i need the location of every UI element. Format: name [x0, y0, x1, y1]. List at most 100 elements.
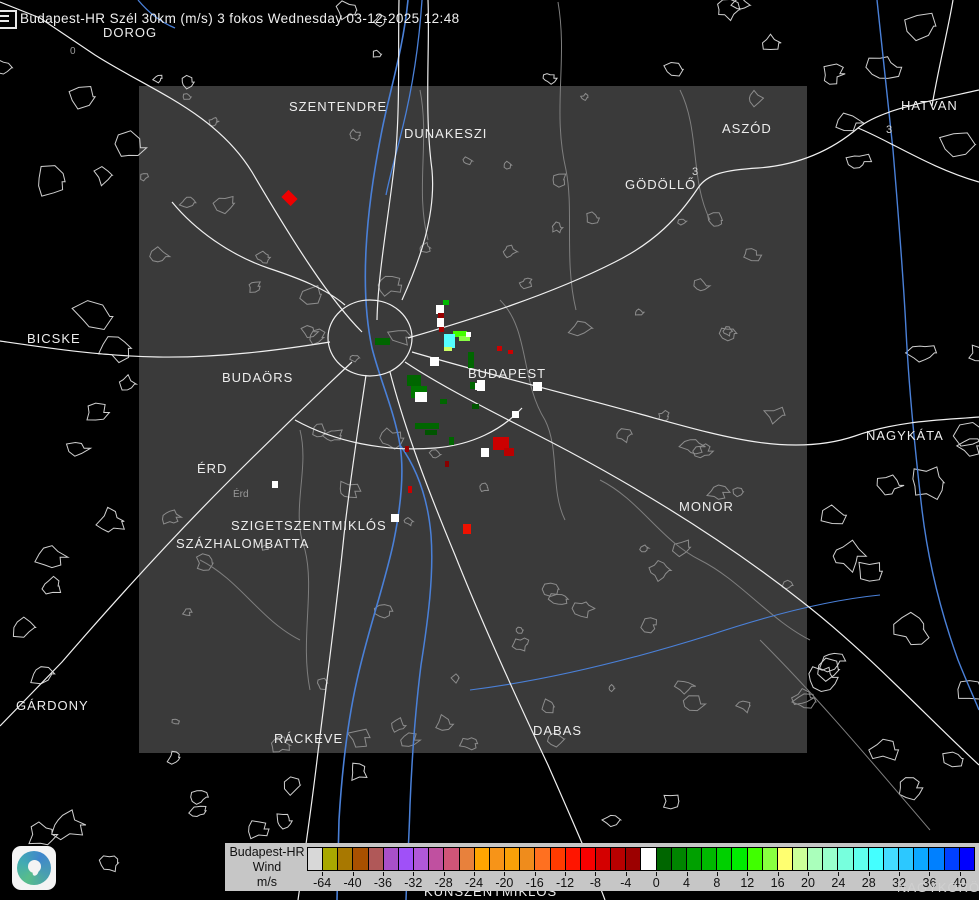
- road-number-label: 3: [886, 124, 892, 136]
- legend-tick-label: 24: [831, 876, 845, 890]
- legend-color-cell: [596, 848, 610, 870]
- legend-tick-label: -20: [495, 876, 513, 890]
- settlement-outline: [29, 822, 58, 845]
- radar-echo: [449, 437, 454, 445]
- hungaromet-logo[interactable]: [12, 846, 56, 890]
- legend-color-cell: [914, 848, 928, 870]
- city-label: MONOR: [679, 499, 734, 514]
- legend-color-cell: [384, 848, 398, 870]
- radar-echo: [508, 350, 513, 354]
- legend-tick-label: -12: [556, 876, 574, 890]
- legend-color-cell: [732, 848, 746, 870]
- radar-echo: [439, 327, 444, 332]
- legend-color-cell: [414, 848, 428, 870]
- settlement-outline: [69, 87, 95, 110]
- settlement-outline: [191, 791, 209, 805]
- map-title: Budapest-HR Szél 30km (m/s) 3 fokos Wedn…: [20, 11, 460, 26]
- city-label: BUDAPEST: [468, 366, 546, 381]
- radar-echo: [481, 448, 489, 457]
- radar-echo: [440, 399, 447, 404]
- legend-tick-label: -64: [313, 876, 331, 890]
- settlement-outline: [846, 154, 871, 168]
- app-icon: [0, 10, 17, 29]
- legend-color-cell: [869, 848, 883, 870]
- settlement-outline: [958, 681, 979, 700]
- legend-color-cell: [899, 848, 913, 870]
- radar-echo: [533, 382, 542, 391]
- settlement-outline: [957, 439, 979, 456]
- radar-echo: [466, 332, 471, 337]
- settlement-outline: [664, 795, 679, 809]
- road-number-label: 3: [692, 166, 698, 178]
- settlement-outline: [869, 739, 899, 760]
- legend-color-cell: [505, 848, 519, 870]
- legend-color-cell: [566, 848, 580, 870]
- city-label: RÁCKEVE: [274, 731, 343, 746]
- legend-tick-label: -32: [404, 876, 422, 890]
- settlement-outline: [99, 337, 132, 363]
- legend-color-cell: [763, 848, 777, 870]
- legend-color-cell: [429, 848, 443, 870]
- city-label: NAGYKÁTA: [866, 428, 944, 443]
- settlement-outline: [39, 166, 66, 197]
- legend-tick-label: -36: [374, 876, 392, 890]
- legend-color-cell: [717, 848, 731, 870]
- settlement-outline: [373, 50, 381, 57]
- city-label: SZENTENDRE: [289, 99, 387, 114]
- legend-color-cell: [657, 848, 671, 870]
- legend-tick-label: 12: [740, 876, 754, 890]
- legend-color-cell: [702, 848, 716, 870]
- color-scale-legend: Budapest-HR Wind m/s -64-40-36-32-28-24-…: [225, 843, 979, 891]
- legend-tick-label: 20: [801, 876, 815, 890]
- radar-echo: [405, 446, 409, 452]
- settlement-outline: [72, 301, 113, 330]
- settlement-outline: [96, 507, 124, 532]
- city-label: SZIGETSZENTMIKLÓS: [231, 518, 387, 533]
- settlement-outline: [899, 778, 922, 800]
- legend-caption: Budapest-HR Wind m/s: [227, 845, 307, 890]
- settlement-outline: [99, 856, 118, 872]
- city-label: DABAS: [533, 723, 582, 738]
- radar-echo: [430, 357, 439, 366]
- settlement-outline: [894, 612, 929, 644]
- legend-color-cell: [929, 848, 943, 870]
- legend-color-cell: [369, 848, 383, 870]
- city-label: NAGYKŐRÖS: [897, 880, 979, 895]
- legend-color-cell: [748, 848, 762, 870]
- settlement-outline: [940, 133, 976, 157]
- city-label: SZÁZHALOMBATTA: [176, 536, 309, 551]
- road-number-label: Érd: [233, 489, 249, 500]
- settlement-outline: [718, 0, 740, 21]
- city-label: ÉRD: [197, 461, 227, 476]
- radar-echo: [437, 318, 444, 327]
- legend-color-cell: [838, 848, 852, 870]
- legend-color-cell: [338, 848, 352, 870]
- city-label: DUNAKESZI: [404, 126, 487, 141]
- settlement-outline: [167, 751, 180, 764]
- swirl-icon: [17, 851, 51, 885]
- settlement-outline: [833, 540, 866, 572]
- legend-color-cell: [444, 848, 458, 870]
- legend-color-cell: [323, 848, 337, 870]
- settlement-outline: [821, 505, 846, 524]
- road-number-label: 0: [70, 46, 76, 57]
- radar-echo: [415, 423, 439, 429]
- legend-color-cell: [687, 848, 701, 870]
- settlement-outline: [94, 167, 112, 186]
- legend-color-cell: [945, 848, 959, 870]
- legend-color-cell: [793, 848, 807, 870]
- settlement-outline: [42, 576, 61, 594]
- settlement-outline: [824, 64, 845, 84]
- radar-echo: [463, 524, 471, 534]
- radar-echo: [443, 300, 449, 305]
- settlement-outline: [35, 546, 68, 568]
- settlement-outline: [0, 59, 12, 74]
- settlement-outline: [763, 34, 782, 49]
- legend-tick-label: -16: [526, 876, 544, 890]
- legend-color-cell: [884, 848, 898, 870]
- legend-color-cell: [960, 848, 974, 870]
- settlement-outline: [905, 13, 936, 40]
- radar-coverage-area: [139, 86, 807, 753]
- settlement-outline: [87, 403, 109, 420]
- radar-echo: [444, 334, 455, 348]
